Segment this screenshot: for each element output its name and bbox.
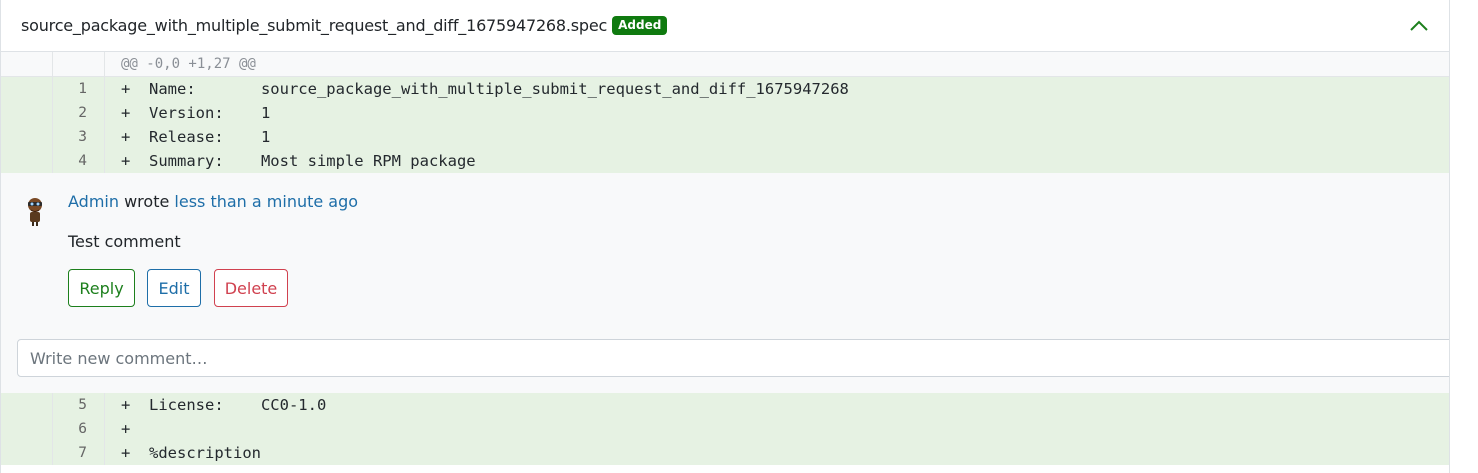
old-line-gutter [1, 417, 53, 441]
new-comment-input[interactable] [17, 339, 1449, 377]
avatar [23, 195, 47, 227]
file-name: source_package_with_multiple_submit_requ… [21, 16, 608, 35]
diff-file-panel: source_package_with_multiple_submit_requ… [0, 0, 1450, 473]
status-badge: Added [612, 16, 668, 35]
line-code: + Name: source_package_with_multiple_sub… [121, 80, 849, 98]
line-code: + Summary: Most simple RPM package [121, 152, 476, 170]
old-line-gutter [1, 393, 53, 417]
line-code: + [121, 420, 131, 438]
diff-line: 7 + %description [1, 441, 1449, 465]
edit-button[interactable]: Edit [147, 269, 201, 307]
diff-line: 3 + Release: 1 [1, 125, 1449, 149]
line-code: + Version: 1 [121, 104, 271, 122]
new-line-gutter [53, 52, 105, 76]
reply-button[interactable]: Reply [68, 269, 135, 307]
comment-time-link[interactable]: less than a minute ago [174, 192, 358, 211]
hunk-header-row: @@ -0,0 +1,27 @@ [1, 52, 1449, 77]
comment-verb: wrote [124, 192, 170, 211]
line-code: + %description [121, 444, 261, 462]
old-line-gutter [1, 441, 53, 465]
line-number[interactable]: 5 [53, 393, 105, 417]
hunk-header: @@ -0,0 +1,27 @@ [121, 56, 256, 72]
diff-lines-before: 1 + Name: source_package_with_multiple_s… [1, 77, 1449, 173]
old-line-gutter [1, 125, 53, 149]
comment-meta: Admin wrote less than a minute ago [68, 192, 358, 211]
diff-line: 1 + Name: source_package_with_multiple_s… [1, 77, 1449, 101]
line-number[interactable]: 4 [53, 149, 105, 173]
old-line-gutter [1, 77, 53, 101]
line-number[interactable]: 3 [53, 125, 105, 149]
delete-button[interactable]: Delete [214, 269, 288, 307]
diff-line: 6 + [1, 417, 1449, 441]
chevron-up-icon[interactable] [1407, 14, 1431, 38]
line-number[interactable]: 6 [53, 417, 105, 441]
diff-line: 2 + Version: 1 [1, 101, 1449, 125]
old-line-gutter [1, 52, 53, 76]
author-link[interactable]: Admin [68, 192, 119, 211]
old-line-gutter [1, 149, 53, 173]
diff-lines-after: 5 + License: CC0-1.0 6 + 7 + %descriptio… [1, 393, 1449, 465]
diff-line: 5 + License: CC0-1.0 [1, 393, 1449, 417]
line-code: + License: CC0-1.0 [121, 396, 327, 414]
old-line-gutter [1, 101, 53, 125]
line-number[interactable]: 7 [53, 441, 105, 465]
comment-body: Test comment [68, 232, 181, 251]
file-header: source_package_with_multiple_submit_requ… [1, 0, 1449, 52]
comment-thread: Admin wrote less than a minute ago Test … [1, 173, 1449, 393]
diff-line: 4 + Summary: Most simple RPM package [1, 149, 1449, 173]
line-code: + Release: 1 [121, 128, 271, 146]
line-number[interactable]: 1 [53, 77, 105, 101]
line-number[interactable]: 2 [53, 101, 105, 125]
